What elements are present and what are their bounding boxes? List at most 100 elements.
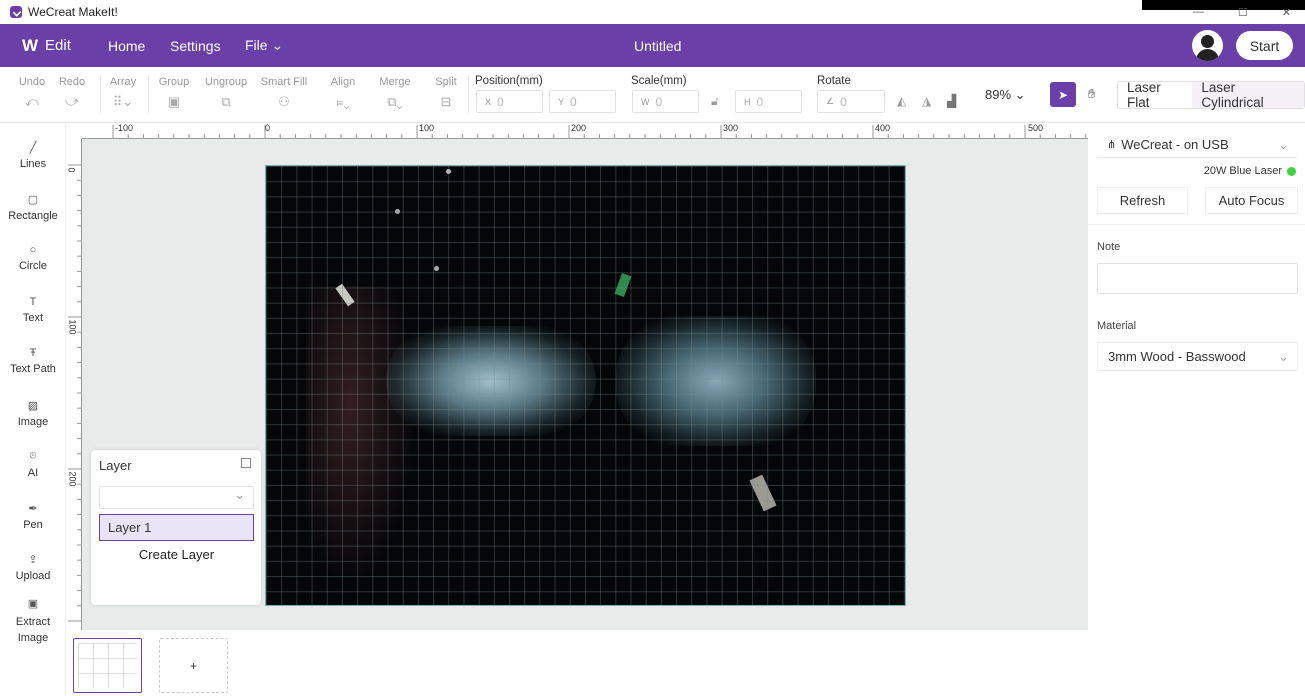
align-button[interactable]: Align ⫢⌄ — [328, 76, 358, 110]
tool-text-path[interactable]: Ŧ Text Path — [0, 347, 66, 375]
start-button[interactable]: Start — [1236, 31, 1293, 60]
flip-vertical-icon[interactable]: ◮ — [922, 94, 931, 108]
tool-pen[interactable]: ✒︎ Pen — [0, 502, 66, 531]
horizontal-ruler: -100 0 100 200 300 400 500 — [82, 123, 1088, 139]
tab-laser-cylindrical[interactable]: Laser Cylindrical — [1192, 80, 1304, 110]
right-panel: ⋔ WeCreat - on USB ⌄ 20W Blue Laser Refr… — [1088, 123, 1305, 696]
minimize-icon[interactable]: — — [1193, 6, 1204, 19]
layer-panel-title: Layer — [99, 458, 132, 473]
image-icon: ▨ — [27, 400, 39, 412]
redo-button[interactable]: Redo ⤻ — [58, 76, 86, 110]
ai-icon: ⌾ — [29, 450, 37, 462]
position-label: Position(mm) — [475, 75, 543, 87]
ruler-label: -100 — [115, 123, 134, 133]
material-select[interactable]: 3mm Wood - Basswood ⌄ — [1097, 342, 1298, 371]
lock-icon[interactable]: 🔓︎ — [711, 94, 719, 109]
text-icon: T — [29, 296, 37, 308]
ruler-label: 300 — [723, 123, 739, 133]
group-icon: ▣ — [167, 94, 181, 109]
angle-icon: ∠ — [826, 96, 835, 106]
chevron-down-icon: ⌄ — [1278, 348, 1289, 364]
upload-icon: ⇪ — [28, 554, 38, 566]
tool-text[interactable]: T Text — [0, 296, 66, 324]
laser-mode-tabs: Laser Flat Laser Cylindrical — [1117, 80, 1305, 110]
create-layer-button[interactable]: Create Layer — [99, 547, 254, 562]
group-button[interactable]: Group ▣ — [158, 76, 190, 110]
rotate-input[interactable]: ∠ 0 — [817, 90, 885, 113]
avatar[interactable] — [1192, 30, 1223, 61]
nav-home[interactable]: Home — [108, 38, 145, 54]
brand[interactable]: W Edit — [22, 36, 71, 56]
collapse-icon[interactable] — [241, 458, 251, 468]
ruler-label: 400 — [875, 123, 891, 133]
hand-tool-icon[interactable]: ✋︎ — [1088, 86, 1095, 102]
zoom-select[interactable]: 89% ⌄ — [985, 87, 1026, 103]
ruler-label: 0 — [265, 123, 271, 133]
chevron-down-icon: ⌄ — [1278, 136, 1289, 152]
scale-h-input[interactable]: H0 — [735, 90, 802, 113]
tool-ai[interactable]: ⌾ AI — [0, 450, 66, 479]
tool-rectangle[interactable]: ▢ Rectangle — [0, 193, 66, 222]
tool-lines[interactable]: ╱ Lines — [0, 141, 66, 170]
flip-horizontal-icon[interactable]: ◭ — [897, 94, 906, 108]
line-icon: ╱ — [29, 142, 37, 154]
status-dot-icon — [1287, 167, 1296, 176]
close-icon[interactable]: ✕ — [1282, 6, 1291, 19]
usb-icon: ⋔ — [1107, 139, 1117, 151]
chevron-down-icon: ⌄ — [1014, 87, 1026, 102]
position-y-input[interactable]: Y0 — [549, 90, 616, 113]
ruler-label: 100 — [419, 123, 435, 133]
device-select[interactable]: ⋔ WeCreat - on USB ⌄ — [1097, 132, 1297, 158]
merge-icon: ⧉⌄ — [387, 94, 403, 109]
window-title: WeCreat MakeIt! — [28, 5, 118, 19]
rotate-label: Rotate — [817, 75, 851, 87]
smart-fill-icon: ⚇ — [278, 94, 290, 109]
merge-button[interactable]: Merge ⧉⌄ — [378, 76, 412, 110]
ruler-label: 500 — [1028, 123, 1044, 133]
array-button[interactable]: Array ⠿⌄ — [108, 76, 138, 110]
auto-focus-button[interactable]: Auto Focus — [1205, 187, 1298, 214]
work-area-preview[interactable] — [265, 165, 906, 606]
chevron-down-icon: ⌄ — [271, 37, 284, 53]
refresh-button[interactable]: Refresh — [1097, 187, 1188, 214]
pen-icon: ✒︎ — [28, 503, 38, 515]
cursor-icon: ➤ — [1057, 87, 1069, 102]
layer-row[interactable]: Layer 1 — [99, 514, 254, 541]
ungroup-button[interactable]: Ungroup ⧉ — [203, 76, 249, 110]
tab-laser-flat[interactable]: Laser Flat — [1118, 80, 1192, 110]
ungroup-icon: ⧉ — [221, 94, 231, 109]
note-field[interactable] — [1097, 263, 1298, 294]
layer-filter-select[interactable] — [99, 486, 254, 509]
ruler-label: 200 — [67, 471, 78, 487]
tool-extract-image[interactable]: ▣ Extract Image — [0, 597, 66, 646]
align-icon: ⫢⌄ — [336, 94, 350, 109]
position-x-input[interactable]: X0 — [476, 90, 543, 113]
add-page-button[interactable]: + — [159, 638, 228, 693]
brand-logo-icon: W — [22, 35, 38, 55]
nav-file[interactable]: File ⌄ — [245, 37, 283, 54]
brand-label: Edit — [45, 37, 71, 54]
undo-button[interactable]: Undo ⤺ — [18, 76, 46, 110]
tool-upload[interactable]: ⇪ Upload — [0, 553, 66, 582]
bar-icon[interactable]: ▟ — [947, 94, 956, 108]
extract-image-icon: ▣ — [27, 598, 39, 610]
note-label: Note — [1097, 241, 1121, 253]
page-thumbnail[interactable] — [73, 638, 142, 693]
document-title: Untitled — [634, 37, 682, 54]
page-thumbnails: + — [66, 630, 1088, 696]
select-tool-button[interactable]: ➤ — [1050, 82, 1076, 107]
redo-icon: ⤻ — [65, 94, 79, 109]
rectangle-icon: ▢ — [27, 194, 39, 206]
layer-panel: Layer Layer 1 Create Layer — [91, 450, 261, 605]
smart-fill-button[interactable]: Smart Fill ⚇ — [260, 76, 308, 110]
tool-circle[interactable]: ○ Circle — [0, 244, 66, 272]
left-toolbar: ╱ Lines ▢ Rectangle ○ Circle T Text Ŧ Text Pa… — [0, 123, 66, 696]
maximize-icon[interactable]: ☐ — [1238, 6, 1248, 19]
circle-icon: ○ — [29, 244, 37, 256]
text-path-icon: Ŧ — [29, 347, 37, 359]
split-button[interactable]: Split ⊟ — [433, 76, 459, 110]
nav-settings[interactable]: Settings — [170, 38, 221, 54]
tool-image[interactable]: ▨ Image — [0, 399, 66, 428]
scale-w-input[interactable]: W0 — [632, 90, 699, 113]
app-logo-icon — [10, 6, 22, 18]
